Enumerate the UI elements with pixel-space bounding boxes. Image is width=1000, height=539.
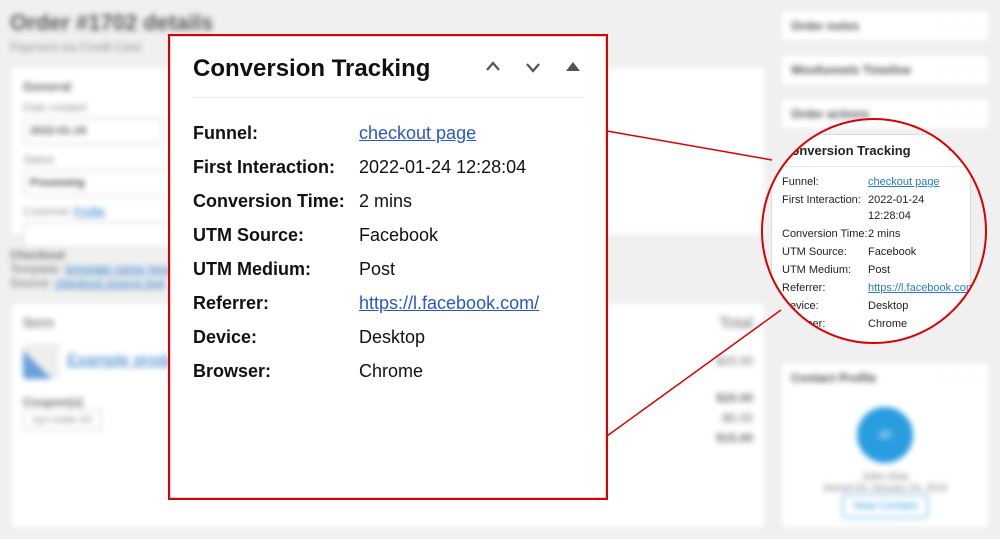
tracking-key: Browser:: [193, 362, 359, 380]
tracking-key: UTM Source:: [193, 226, 359, 244]
tracking-row: Device:Desktop: [782, 299, 960, 315]
tracking-key: Device:: [782, 299, 868, 315]
tracking-value: 2022-01-24 12:28:04: [359, 158, 526, 176]
tracking-key: Funnel:: [782, 175, 868, 191]
tracking-row: Funnel:checkout page: [193, 124, 583, 142]
metabox-title: Conversion Tracking: [782, 143, 911, 158]
tracking-value[interactable]: checkout page: [868, 175, 940, 191]
tracking-value: Chrome: [868, 317, 907, 333]
tracking-key: Referrer:: [782, 281, 868, 297]
tracking-value: 2 mins: [868, 227, 900, 243]
tracking-key: Referrer:: [193, 294, 359, 312]
tracking-row: Referrer:https://l.facebook.com/: [782, 281, 960, 297]
tracking-row: UTM Medium:Post: [782, 263, 960, 279]
tracking-row: Conversion Time:2 mins: [193, 192, 583, 210]
tracking-row: UTM Medium:Post: [193, 260, 583, 278]
tracking-row: First Interaction:2022-01-24 12:28:04: [782, 193, 960, 225]
tracking-value: 2 mins: [359, 192, 412, 210]
tracking-value: Post: [359, 260, 395, 278]
page-title: Order #1702 details: [10, 10, 766, 36]
collapse-icon[interactable]: [946, 142, 960, 159]
tracking-row: Device:Desktop: [193, 328, 583, 346]
tracking-value: Facebook: [359, 226, 438, 244]
tracking-row: Browser:Chrome: [782, 317, 960, 333]
move-down-icon[interactable]: [523, 57, 543, 82]
tracking-key: UTM Medium:: [782, 263, 868, 279]
tracking-key: Conversion Time:: [782, 227, 868, 243]
view-contact-button[interactable]: View Contact: [842, 494, 929, 518]
tracking-key: UTM Medium:: [193, 260, 359, 278]
toggle-icon[interactable]: [563, 57, 583, 82]
tracking-value: Post: [868, 263, 890, 279]
tracking-key: Conversion Time:: [193, 192, 359, 210]
tracking-value: Chrome: [359, 362, 423, 380]
tracking-value: Facebook: [868, 245, 916, 261]
tracking-value: Desktop: [868, 299, 908, 315]
tracking-value[interactable]: https://l.facebook.com/: [359, 294, 539, 312]
tracking-row: Referrer:https://l.facebook.com/: [193, 294, 583, 312]
tracking-value: Desktop: [359, 328, 425, 346]
tracking-row: Funnel:checkout page: [782, 175, 960, 191]
tracking-key: UTM Source:: [782, 245, 868, 261]
tracking-key: Funnel:: [193, 124, 359, 142]
conversion-tracking-circle: Conversion Tracking Funnel:checkout page…: [761, 118, 987, 344]
move-up-icon[interactable]: [483, 57, 503, 82]
tracking-key: First Interaction:: [782, 193, 868, 225]
conversion-tracking-metabox: Conversion Tracking Funnel:checkout page…: [771, 134, 971, 342]
tracking-row: Browser:Chrome: [193, 362, 583, 380]
conversion-tracking-zoom: Conversion Tracking Funnel:checkout page…: [170, 36, 606, 498]
tracking-key: Device:: [193, 328, 359, 346]
tracking-value[interactable]: checkout page: [359, 124, 476, 142]
date-input[interactable]: [23, 118, 163, 144]
zoom-title: Conversion Tracking: [193, 55, 430, 83]
tracking-row: UTM Source:Facebook: [193, 226, 583, 244]
tracking-key: First Interaction:: [193, 158, 359, 176]
tracking-row: UTM Source:Facebook: [782, 245, 960, 261]
tracking-value: 2022-01-24 12:28:04: [868, 193, 960, 225]
tracking-row: Conversion Time:2 mins: [782, 227, 960, 243]
tracking-key: Browser:: [782, 317, 868, 333]
tracking-row: First Interaction:2022-01-24 12:28:04: [193, 158, 583, 176]
tracking-value[interactable]: https://l.facebook.com/: [868, 281, 978, 297]
